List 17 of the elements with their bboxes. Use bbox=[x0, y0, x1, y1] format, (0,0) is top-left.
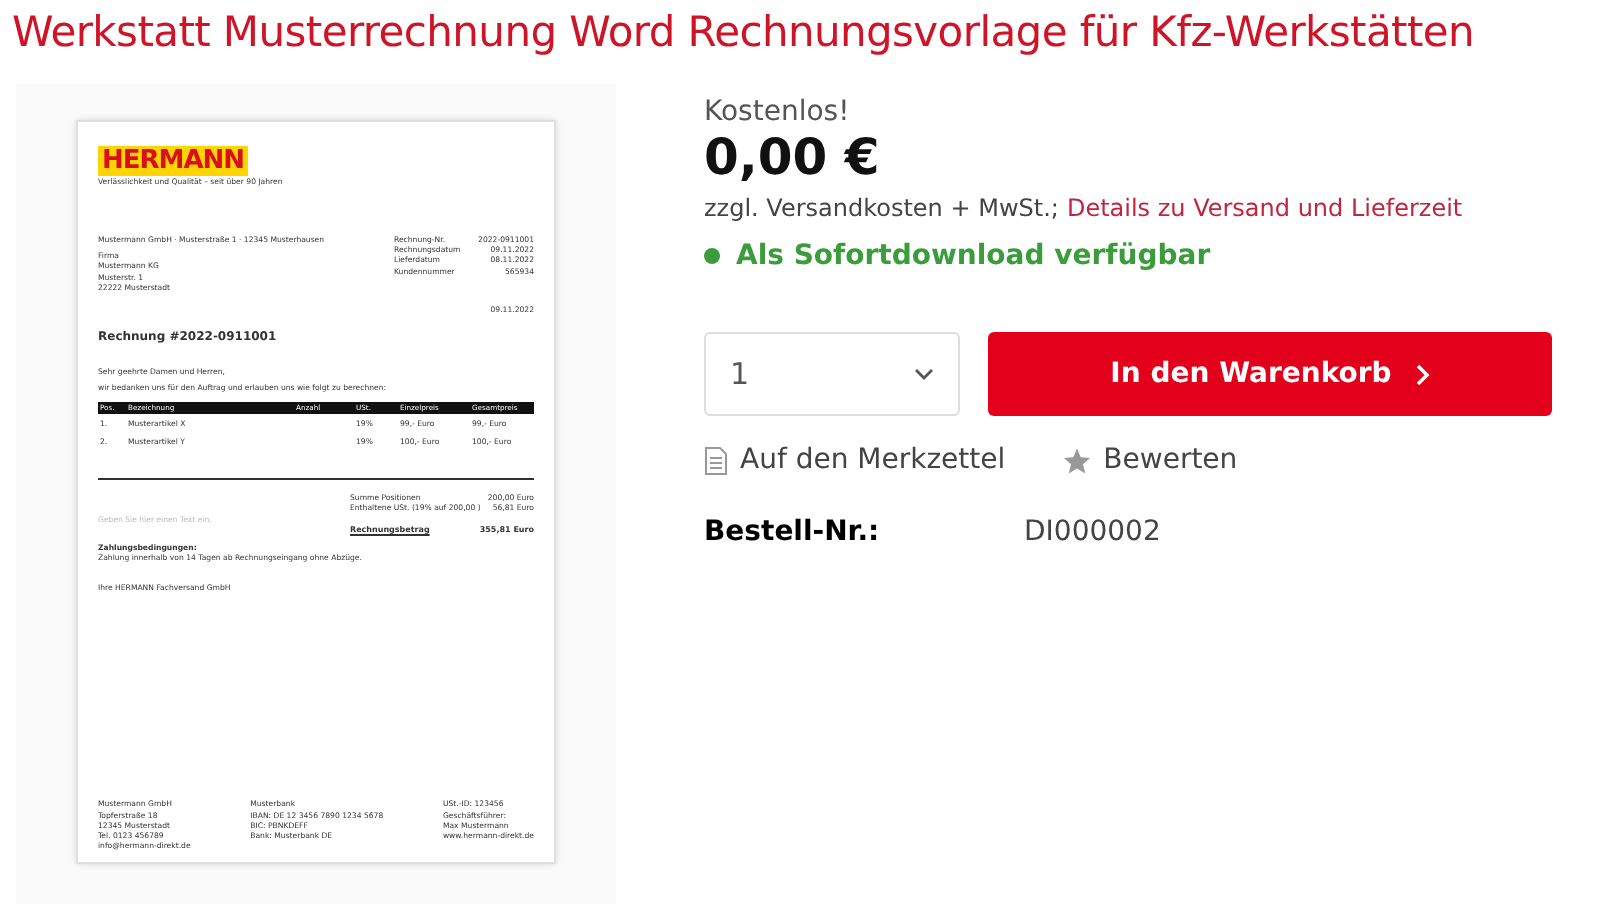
order-number-value: DI000002 bbox=[1024, 516, 1163, 548]
order-number-label: Bestell-Nr.: bbox=[704, 516, 882, 548]
star-icon bbox=[1061, 445, 1092, 475]
chevron-icon bbox=[1415, 363, 1430, 385]
logo: HERMANN bbox=[98, 146, 249, 176]
price-label: Kostenlos! bbox=[704, 96, 850, 128]
page-title: Werkstatt Musterrechnung Word Rechnungsvorlage für Kfz-Werkstätten bbox=[12, 8, 1477, 56]
shipping-note: zzgl. Versandkosten + MwSt.; bbox=[704, 194, 1059, 222]
document-icon bbox=[704, 445, 728, 475]
price: 0,00 € bbox=[704, 128, 880, 186]
chevron-icon bbox=[914, 368, 934, 380]
quantity-select[interactable]: 1 bbox=[704, 332, 960, 416]
availability-text: Als Sofortdownload verfügbar bbox=[736, 240, 1211, 272]
add-to-cart-button[interactable]: In den Warenkorb bbox=[988, 332, 1552, 416]
notepad-button[interactable]: Auf den Merkzettel bbox=[704, 444, 1006, 476]
shipping-link[interactable]: Details zu Versand und Lieferzeit bbox=[1066, 194, 1463, 222]
rate-button[interactable]: Bewerten bbox=[1061, 444, 1238, 476]
